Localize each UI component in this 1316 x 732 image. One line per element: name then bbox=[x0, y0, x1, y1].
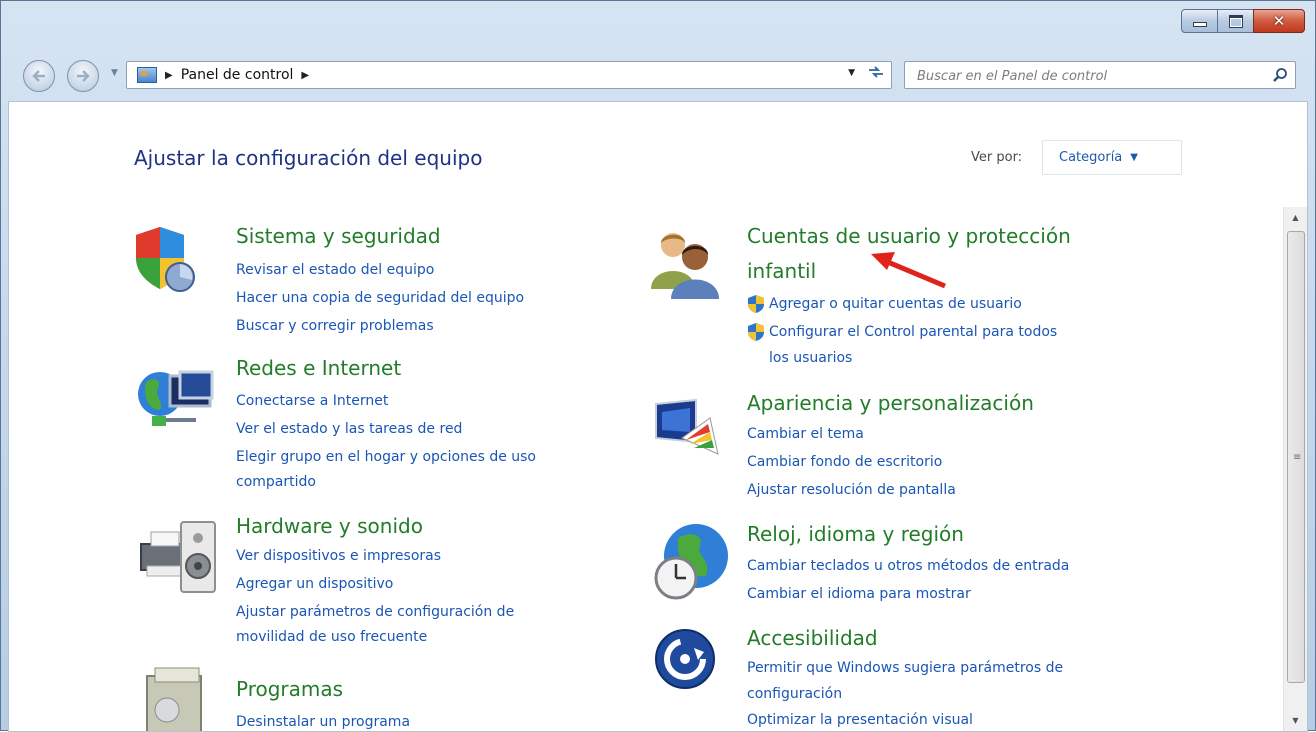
minimize-button[interactable] bbox=[1181, 9, 1217, 33]
breadcrumb-separator-icon[interactable]: ▶ bbox=[301, 70, 309, 81]
minimize-icon bbox=[1192, 22, 1207, 27]
maximize-icon bbox=[1228, 14, 1243, 28]
breadcrumb-separator-icon[interactable]: ▶ bbox=[165, 70, 173, 81]
view-by-dropdown[interactable]: Categoría ▼ bbox=[1042, 140, 1182, 175]
page-title: Ajustar la configuración del equipo bbox=[134, 146, 483, 170]
link-devices-printers[interactable]: Ver dispositivos e impresoras bbox=[236, 546, 441, 566]
close-icon: ✕ bbox=[1272, 11, 1286, 30]
globe-clock-icon bbox=[654, 524, 728, 600]
accessibility-icon bbox=[655, 629, 715, 689]
link-parental-controls[interactable]: Configurar el Control parental para todo… bbox=[769, 322, 1057, 342]
maximize-button[interactable] bbox=[1217, 9, 1253, 33]
users-icon bbox=[651, 233, 719, 299]
address-dropdown-icon[interactable]: ▼ bbox=[848, 68, 855, 78]
control-panel-window: ✕ ▼ ▶ Panel de control ▶ ▼ Ajustar la co… bbox=[0, 0, 1316, 732]
forward-button[interactable] bbox=[67, 60, 99, 92]
category-title-network[interactable]: Redes e Internet bbox=[236, 356, 401, 380]
category-title-user-accounts-cont[interactable]: infantil bbox=[747, 259, 816, 283]
category-title-programs[interactable]: Programas bbox=[236, 677, 343, 701]
link-add-device[interactable]: Agregar un dispositivo bbox=[236, 574, 393, 594]
window-caption-buttons: ✕ bbox=[1181, 9, 1305, 33]
link-suggest-settings[interactable]: Permitir que Windows sugiera parámetros … bbox=[747, 658, 1063, 678]
category-title-hardware[interactable]: Hardware y sonido bbox=[236, 514, 423, 538]
search-input[interactable] bbox=[915, 66, 1259, 86]
category-title-accessibility[interactable]: Accesibilidad bbox=[747, 626, 878, 650]
link-homegroup[interactable]: Elegir grupo en el hogar y opciones de u… bbox=[236, 447, 536, 467]
uac-shield-icon bbox=[748, 323, 764, 341]
breadcrumb-control-panel[interactable]: Panel de control bbox=[181, 67, 294, 83]
link-mobility[interactable]: Ajustar parámetros de configuración de bbox=[236, 602, 514, 622]
category-title-user-accounts[interactable]: Cuentas de usuario y protección bbox=[747, 224, 1071, 248]
network-globe-icon bbox=[138, 370, 214, 426]
link-homegroup-cont[interactable]: compartido bbox=[236, 472, 316, 492]
link-change-theme[interactable]: Cambiar el tema bbox=[747, 424, 864, 444]
link-screen-resolution[interactable]: Ajustar resolución de pantalla bbox=[747, 480, 956, 500]
category-title-clock-region[interactable]: Reloj, idioma y región bbox=[747, 522, 964, 546]
close-button[interactable]: ✕ bbox=[1253, 9, 1305, 33]
scroll-thumb[interactable]: ≡ bbox=[1287, 231, 1305, 683]
view-by-label: Ver por: bbox=[971, 150, 1023, 165]
view-by-value: Categoría bbox=[1059, 150, 1123, 165]
link-change-keyboards[interactable]: Cambiar teclados u otros métodos de entr… bbox=[747, 556, 1069, 576]
search-box[interactable] bbox=[904, 61, 1296, 89]
recent-pages-dropdown[interactable]: ▼ bbox=[111, 68, 118, 78]
uac-shield-icon bbox=[748, 295, 764, 313]
link-suggest-settings-cont[interactable]: configuración bbox=[747, 684, 842, 704]
scroll-up-icon[interactable]: ▲ bbox=[1284, 207, 1307, 229]
refresh-icon[interactable] bbox=[865, 65, 887, 85]
security-shield-icon bbox=[136, 227, 195, 292]
link-uninstall[interactable]: Desinstalar un programa bbox=[236, 712, 410, 731]
annotation-arrow-icon bbox=[871, 252, 946, 289]
scroll-down-icon[interactable]: ▼ bbox=[1284, 710, 1307, 731]
scroll-grip-icon: ≡ bbox=[1293, 452, 1302, 463]
chevron-down-icon: ▼ bbox=[1130, 152, 1138, 163]
link-change-wallpaper[interactable]: Cambiar fondo de escritorio bbox=[747, 452, 942, 472]
link-parental-controls-cont[interactable]: los usuarios bbox=[769, 348, 852, 368]
back-button[interactable] bbox=[23, 60, 55, 92]
address-bar[interactable]: ▶ Panel de control ▶ ▼ bbox=[126, 61, 892, 89]
link-troubleshoot[interactable]: Buscar y corregir problemas bbox=[236, 316, 434, 336]
back-arrow-icon bbox=[32, 70, 45, 82]
link-optimize-visual[interactable]: Optimizar la presentación visual bbox=[747, 710, 973, 730]
control-panel-icon bbox=[137, 67, 157, 83]
link-mobility-cont[interactable]: movilidad de uso frecuente bbox=[236, 627, 427, 647]
content-area: Ajustar la configuración del equipo Ver … bbox=[8, 101, 1308, 732]
link-add-remove-accounts[interactable]: Agregar o quitar cuentas de usuario bbox=[769, 294, 1022, 314]
link-display-language[interactable]: Cambiar el idioma para mostrar bbox=[747, 584, 971, 604]
navigation-bar: ▼ ▶ Panel de control ▶ ▼ bbox=[1, 58, 1315, 92]
link-connect-internet[interactable]: Conectarse a Internet bbox=[236, 391, 388, 411]
vertical-scrollbar[interactable]: ▲ ≡ ▼ bbox=[1283, 207, 1307, 731]
search-icon[interactable] bbox=[1272, 67, 1288, 83]
forward-arrow-icon bbox=[77, 70, 90, 82]
category-title-system-security[interactable]: Sistema y seguridad bbox=[236, 224, 441, 248]
monitor-palette-icon bbox=[655, 398, 719, 455]
link-check-status[interactable]: Revisar el estado del equipo bbox=[236, 260, 434, 280]
printer-speaker-icon bbox=[140, 521, 216, 593]
category-title-appearance[interactable]: Apariencia y personalización bbox=[747, 391, 1034, 415]
programs-box-icon bbox=[146, 667, 202, 731]
link-network-status[interactable]: Ver el estado y las tareas de red bbox=[236, 419, 462, 439]
link-backup[interactable]: Hacer una copia de seguridad del equipo bbox=[236, 288, 524, 308]
